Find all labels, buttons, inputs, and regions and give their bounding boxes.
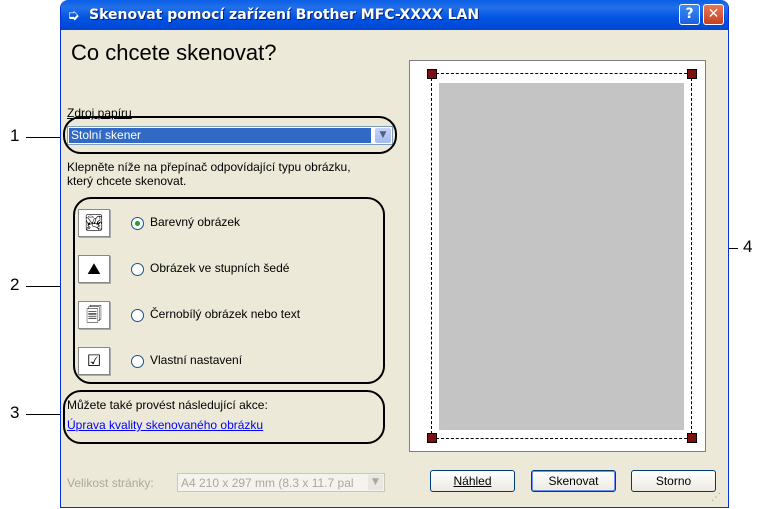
callout-oval-scan-types: [73, 197, 385, 384]
scanner-app-icon: ➭: [67, 6, 80, 24]
instruction-text-2: který chcete skenovat.: [67, 174, 187, 188]
callout-1: 1: [10, 126, 20, 145]
close-button[interactable]: ✕: [703, 4, 724, 25]
callout-3-line: [26, 414, 64, 415]
callout-oval-paper-source: [63, 116, 397, 154]
resize-handle-bottom-left[interactable]: [427, 433, 437, 443]
window-title: Skenovat pomocí zařízení Brother MFC-XXX…: [89, 7, 480, 23]
preview-button-label: Náhled: [453, 474, 492, 488]
title-bar: ➭ Skenovat pomocí zařízení Brother MFC-X…: [61, 0, 728, 30]
help-button[interactable]: ?: [679, 4, 700, 25]
resize-grip-icon[interactable]: ⋰: [711, 492, 721, 503]
callout-1-line: [26, 137, 64, 138]
callout-2: 2: [10, 275, 20, 294]
scan-button-label: Skenovat: [548, 474, 599, 488]
cancel-button[interactable]: Storno: [631, 470, 716, 492]
resize-handle-top-right[interactable]: [687, 69, 697, 79]
callout-2-line: [26, 286, 64, 287]
cancel-button-label: Storno: [655, 474, 692, 488]
page-size-value: A4 210 x 297 mm (8.3 x 11.7 pal: [181, 476, 354, 490]
document-preview: [439, 83, 684, 430]
callout-oval-actions: [63, 390, 385, 444]
scan-dialog: ➭ Skenovat pomocí zařízení Brother MFC-X…: [60, 0, 729, 508]
page-size-label: Velikost stránky:: [67, 476, 154, 490]
page-title: Co chcete skenovat?: [71, 40, 277, 65]
callout-4: 4: [743, 237, 753, 256]
instruction-text-1: Klepněte níže na přepínač odpovídající t…: [67, 160, 351, 174]
callout-3: 3: [10, 403, 20, 422]
page-size-select[interactable]: A4 210 x 297 mm (8.3 x 11.7 pal ▼: [177, 473, 385, 492]
resize-handle-top-left[interactable]: [427, 69, 437, 79]
scan-button[interactable]: Skenovat: [531, 470, 616, 492]
preview-button[interactable]: Náhled: [430, 470, 515, 492]
resize-handle-bottom-right[interactable]: [687, 433, 697, 443]
chevron-down-icon[interactable]: ▼: [368, 475, 383, 490]
